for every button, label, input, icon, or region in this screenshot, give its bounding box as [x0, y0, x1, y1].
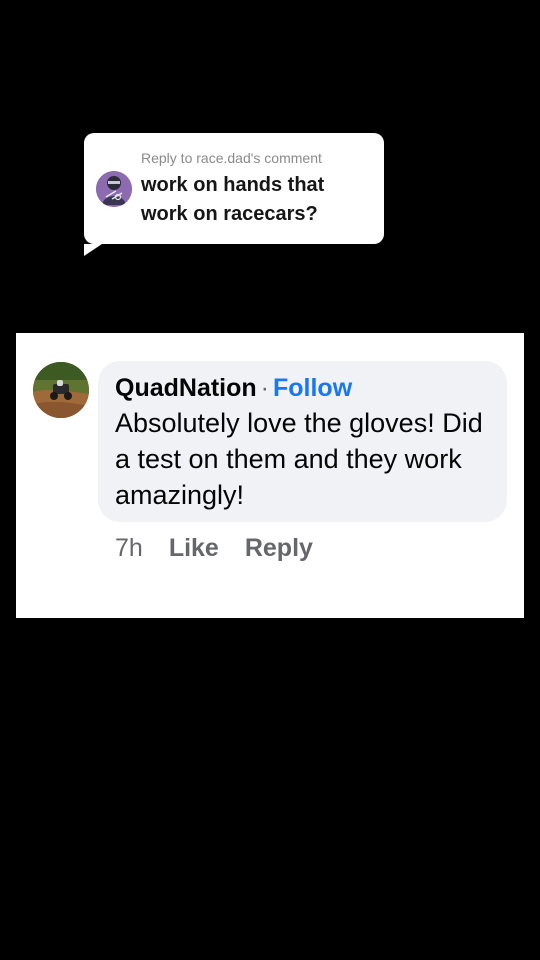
like-button[interactable]: Like — [169, 532, 219, 564]
comment-body-text: Absolutely love the gloves! Did a test o… — [115, 408, 483, 510]
reply-button[interactable]: Reply — [245, 532, 313, 564]
atv-photo-avatar-icon[interactable] — [33, 362, 89, 418]
comment-author-name[interactable]: QuadNation — [115, 374, 257, 402]
comment-card: QuadNation · Follow Absolutely love the gl… — [16, 333, 524, 618]
racer-avatar-icon — [96, 171, 132, 207]
video-frame: Reply to race.dad's comment work on hand… — [0, 0, 540, 960]
comment-header: QuadNation · Follow — [115, 373, 352, 403]
sticker-tail — [84, 244, 102, 256]
comment-actions: 7h Like Reply — [115, 532, 313, 564]
reply-comment-sticker[interactable]: Reply to race.dad's comment work on hand… — [84, 133, 384, 256]
reply-comment-text: work on hands that work on racecars? — [141, 174, 325, 225]
follow-link[interactable]: Follow — [273, 374, 352, 402]
comment-timestamp: 7h — [115, 534, 143, 562]
reply-header: Reply to race.dad's comment — [141, 150, 322, 166]
comment-bubble: QuadNation · Follow Absolutely love the gl… — [98, 361, 507, 522]
separator-dot: · — [260, 374, 269, 402]
